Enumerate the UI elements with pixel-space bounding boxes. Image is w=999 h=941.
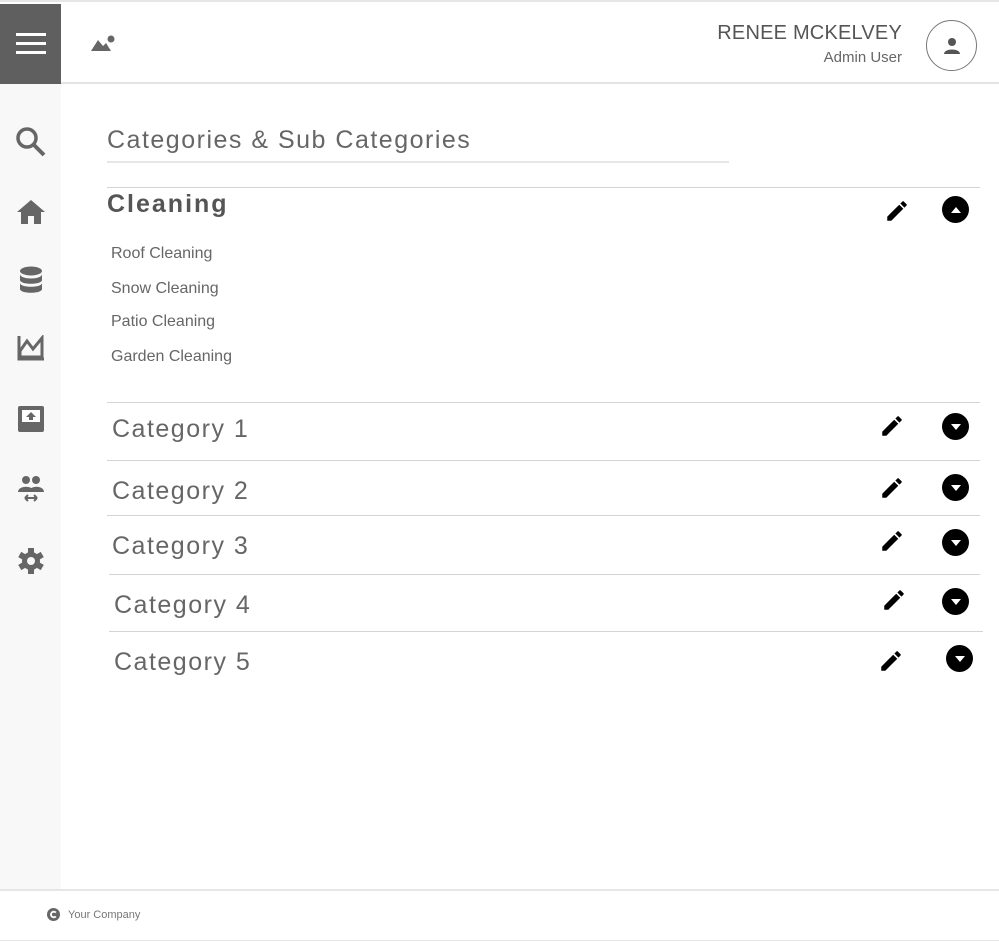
caret-down-icon [950, 423, 961, 430]
home-icon [16, 200, 45, 224]
subcategory-item[interactable]: Snow Cleaning [111, 280, 219, 298]
expand-button[interactable] [942, 529, 969, 556]
collapse-button[interactable] [942, 196, 969, 223]
sidebar-item-home[interactable] [0, 192, 61, 232]
search-icon [15, 127, 45, 157]
hamburger-icon [15, 33, 46, 54]
copyright-icon [47, 908, 60, 921]
edit-icon[interactable] [879, 475, 905, 501]
subcategory-item[interactable]: Garden Cleaning [111, 348, 232, 366]
category-label[interactable]: Cleaning [107, 190, 229, 219]
category-cleaning: Cleaning Roof Cleaning Snow Cleaning Pat… [107, 187, 980, 402]
sidebar-item-analytics[interactable] [0, 328, 61, 368]
category-label[interactable]: Category 3 [112, 532, 249, 561]
category-label[interactable]: Category 2 [112, 477, 249, 506]
edit-icon[interactable] [884, 198, 910, 224]
sidebar-item-upload[interactable] [0, 399, 61, 439]
edit-icon[interactable] [879, 528, 905, 554]
subcategory-item[interactable]: Roof Cleaning [111, 245, 212, 263]
sidebar [0, 84, 61, 889]
user-info: RENEE MCKELVEY Admin User [717, 22, 902, 66]
page-title: Categories & Sub Categories [107, 126, 729, 163]
category-row: Category 1 [107, 402, 980, 460]
footer: Your Company [0, 889, 999, 941]
company-name: Your Company [68, 908, 141, 921]
category-label[interactable]: Category 1 [112, 415, 249, 444]
category-row: Category 2 [107, 460, 980, 515]
category-row: Category 3 [107, 515, 980, 574]
sidebar-item-search[interactable] [0, 122, 61, 162]
edit-icon[interactable] [881, 587, 907, 613]
category-label[interactable]: Category 4 [114, 591, 251, 620]
sidebar-item-users[interactable] [0, 469, 61, 509]
user-icon [943, 37, 960, 54]
sidebar-item-settings[interactable] [0, 541, 61, 581]
database-icon [19, 266, 42, 293]
header: RENEE MCKELVEY Admin User [61, 4, 999, 84]
upload-icon [17, 406, 44, 432]
caret-down-icon [950, 598, 961, 605]
expand-button[interactable] [942, 413, 969, 440]
expand-button[interactable] [942, 474, 969, 501]
logo-icon [91, 35, 115, 51]
caret-up-icon [950, 206, 961, 213]
people-transfer-icon [17, 476, 44, 502]
category-row: Category 4 [109, 574, 980, 631]
edit-icon[interactable] [879, 413, 905, 439]
expand-button[interactable] [946, 645, 973, 672]
gear-icon [17, 548, 44, 574]
user-name: RENEE MCKELVEY [717, 22, 902, 44]
caret-down-icon [950, 539, 961, 546]
category-row: Category 5 [109, 631, 983, 691]
sidebar-item-database[interactable] [0, 260, 61, 300]
expand-button[interactable] [942, 588, 969, 615]
menu-button[interactable] [0, 4, 61, 84]
user-role: Admin User [823, 49, 902, 66]
caret-down-icon [950, 484, 961, 491]
category-label[interactable]: Category 5 [114, 648, 251, 677]
chart-icon [17, 335, 44, 361]
caret-down-icon [954, 655, 965, 662]
subcategory-item[interactable]: Patio Cleaning [111, 313, 215, 331]
edit-icon[interactable] [878, 648, 904, 674]
avatar[interactable] [926, 20, 977, 71]
